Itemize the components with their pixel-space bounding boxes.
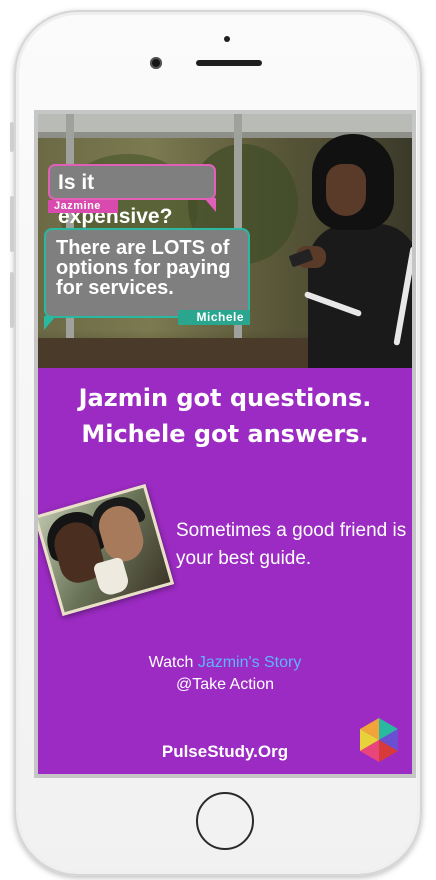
earpiece-speaker xyxy=(196,60,262,66)
speaker-tag-jazmine: Jazmine xyxy=(48,200,118,213)
jacket xyxy=(308,224,412,368)
chat-bubble-answer: There are LOTS of options for paying for… xyxy=(44,228,250,330)
bubble-tail xyxy=(204,198,216,212)
headline-line-1: Jazmin got questions. xyxy=(78,384,372,412)
mute-switch xyxy=(10,122,14,152)
chat-bubble-question: Is it expensive? xyxy=(48,164,216,228)
headline: Jazmin got questions. Michele got answer… xyxy=(38,380,412,452)
proximity-sensor xyxy=(224,36,230,42)
site-url[interactable]: PulseStudy.Org xyxy=(38,740,412,764)
home-button[interactable] xyxy=(196,792,254,850)
bubble-tail xyxy=(44,316,56,330)
story-link[interactable]: Jazmin's Story xyxy=(198,654,302,671)
woman-with-phone xyxy=(288,134,412,368)
chat-bubble-answer-text: There are LOTS of options for paying for… xyxy=(56,237,231,299)
friends-photo xyxy=(38,484,175,616)
hero-photo: Is it expensive? Jazmine There are LOTS … xyxy=(38,114,412,368)
take-action-text: @Take Action xyxy=(175,676,275,693)
volume-down-button xyxy=(10,272,14,328)
tagline: Sometimes a good friend is your best gui… xyxy=(176,520,407,569)
phone-screen: Is it expensive? Jazmine There are LOTS … xyxy=(34,110,416,778)
speaker-tag-michele: Michele xyxy=(178,310,250,325)
watch-line-1: Watch Jazmin's Story xyxy=(38,652,412,674)
headline-line-2: Michele got answers. xyxy=(81,420,369,448)
watch-prefix: Watch xyxy=(148,654,198,671)
volume-up-button xyxy=(10,196,14,252)
face xyxy=(326,164,366,216)
pulse-study-logo-icon xyxy=(360,718,398,762)
window-frame xyxy=(38,114,412,132)
watch-cta: Watch Jazmin's Story @Take Action xyxy=(38,652,412,696)
front-camera-icon xyxy=(150,57,162,69)
